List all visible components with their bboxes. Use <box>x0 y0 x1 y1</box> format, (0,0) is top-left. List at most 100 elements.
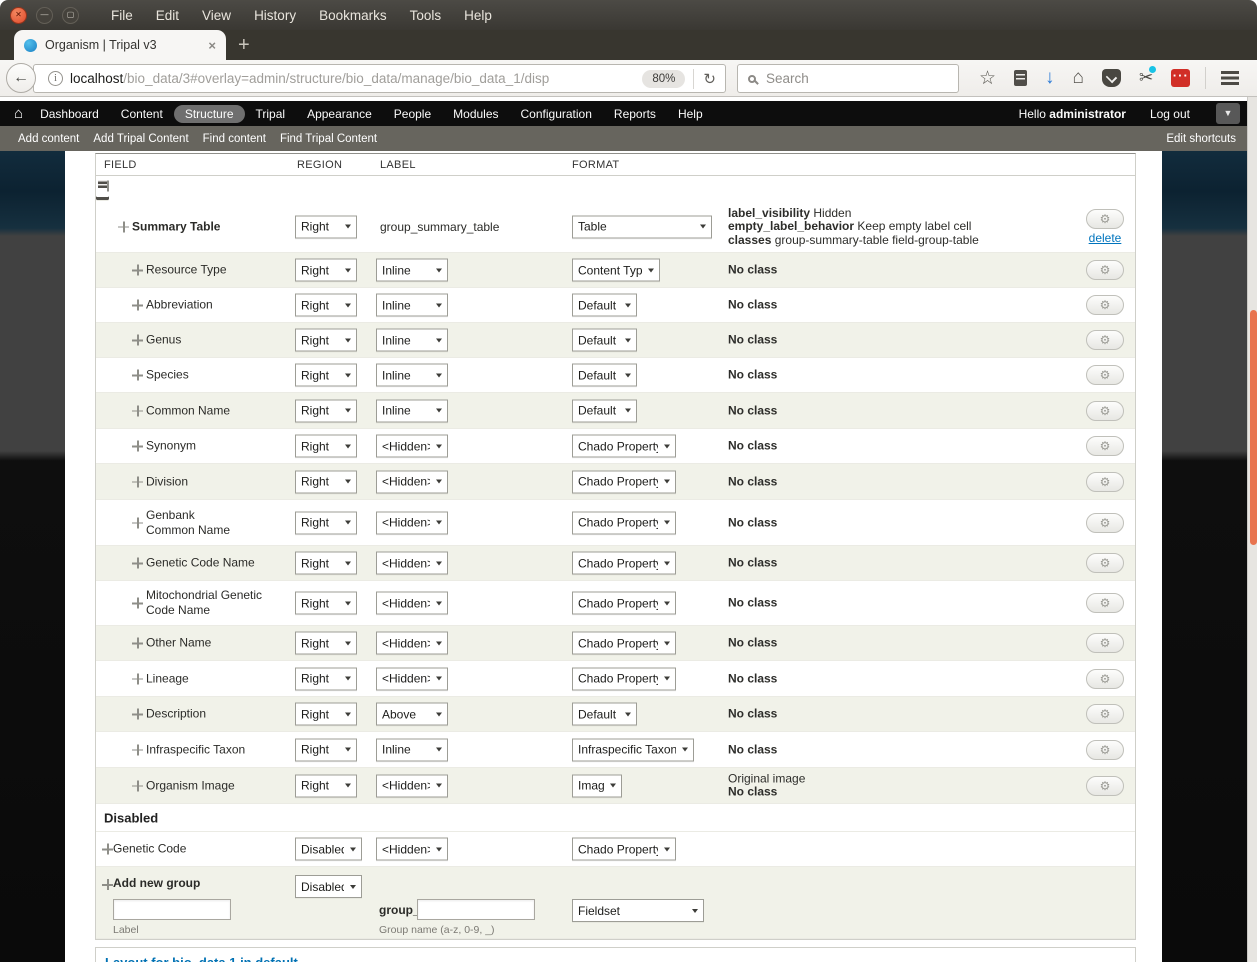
label-select[interactable]: <Hidden> <box>376 667 448 690</box>
gear-button[interactable]: ⚙ <box>1086 260 1124 280</box>
admin-home-icon[interactable]: ⌂ <box>14 105 23 122</box>
region-select[interactable]: Right <box>295 552 357 575</box>
region-select[interactable]: Right <box>295 364 357 387</box>
gear-button[interactable]: ⚙ <box>1086 633 1124 653</box>
window-close-button[interactable]: ✕ <box>10 7 27 24</box>
logout-link[interactable]: Log out <box>1150 107 1190 121</box>
label-select[interactable]: <Hidden> <box>376 632 448 655</box>
drag-handle-icon[interactable] <box>132 265 143 276</box>
admin-item-people[interactable]: People <box>383 105 442 123</box>
format-select[interactable]: Chado Property <box>572 552 676 575</box>
label-select[interactable]: Inline <box>376 329 448 352</box>
region-select[interactable]: Right <box>295 399 357 422</box>
tab-close-icon[interactable]: × <box>206 38 218 53</box>
format-select[interactable]: Infraspecific Taxon <box>572 738 694 761</box>
layout-link[interactable]: Layout for bio_data 1 in default <box>105 955 298 962</box>
site-info-icon[interactable]: i <box>48 71 63 86</box>
shortcut-add-content[interactable]: Add content <box>11 133 86 145</box>
label-select[interactable]: <Hidden> <box>376 774 448 797</box>
drag-handle-icon[interactable] <box>132 558 143 569</box>
gear-button[interactable]: ⚙ <box>1086 436 1124 456</box>
label-select[interactable]: <Hidden> <box>376 435 448 458</box>
gear-button[interactable]: ⚙ <box>1086 593 1124 613</box>
drag-handle-icon[interactable] <box>132 638 143 649</box>
gear-button[interactable]: ⚙ <box>1086 513 1124 533</box>
region-select[interactable]: Disabled <box>295 838 362 861</box>
admin-item-configuration[interactable]: Configuration <box>510 105 603 123</box>
drag-handle-icon[interactable] <box>102 844 113 855</box>
menu-item-file[interactable]: File <box>111 8 133 23</box>
downloads-icon[interactable]: ↓ <box>1045 67 1055 89</box>
admin-item-content[interactable]: Content <box>110 105 174 123</box>
format-select[interactable]: Default <box>572 329 637 352</box>
new-group-label-input[interactable] <box>113 899 231 920</box>
format-select[interactable]: Chado Property <box>572 435 676 458</box>
admin-item-tripal[interactable]: Tripal <box>245 105 297 123</box>
format-select[interactable]: Chado Property <box>572 511 676 534</box>
label-select[interactable]: Above <box>376 703 448 726</box>
window-minimize-button[interactable]: — <box>36 7 53 24</box>
gear-button[interactable]: ⚙ <box>1086 776 1124 796</box>
format-select[interactable]: Chado Property <box>572 667 676 690</box>
drag-handle-icon[interactable] <box>132 709 143 720</box>
region-select[interactable]: Right <box>295 703 357 726</box>
bookmark-star-icon[interactable]: ☆ <box>979 67 996 90</box>
drag-handle-icon[interactable] <box>132 744 143 755</box>
region-select[interactable]: Right <box>295 774 357 797</box>
label-select[interactable]: Inline <box>376 294 448 317</box>
region-select[interactable]: Right <box>295 592 357 615</box>
format-select[interactable]: Table <box>572 215 712 238</box>
format-select[interactable]: Fieldset <box>572 899 704 922</box>
admin-item-dashboard[interactable]: Dashboard <box>29 105 110 123</box>
region-select[interactable]: Disabled <box>295 875 362 898</box>
reading-list-icon[interactable] <box>1014 70 1027 86</box>
admin-item-structure[interactable]: Structure <box>174 105 245 123</box>
lastpass-icon[interactable]: ··· <box>1171 69 1190 87</box>
menu-item-history[interactable]: History <box>254 8 296 23</box>
gear-button[interactable]: ⚙ <box>1086 401 1124 421</box>
region-select[interactable]: Right <box>295 511 357 534</box>
menu-item-tools[interactable]: Tools <box>410 8 442 23</box>
format-select[interactable]: Default <box>572 294 637 317</box>
label-select[interactable]: <Hidden> <box>376 511 448 534</box>
gear-button[interactable]: ⚙ <box>1086 209 1124 229</box>
drag-handle-icon[interactable] <box>132 405 143 416</box>
menu-item-edit[interactable]: Edit <box>156 8 179 23</box>
browser-tab-organism[interactable]: Organism | Tripal v3 × <box>14 30 226 60</box>
shortcut-add-tripal-content[interactable]: Add Tripal Content <box>86 133 195 145</box>
edit-shortcuts-link[interactable]: Edit shortcuts <box>1166 133 1236 145</box>
label-select[interactable]: <Hidden> <box>376 552 448 575</box>
drag-handle-icon[interactable] <box>132 598 143 609</box>
back-button[interactable]: ← <box>6 63 36 93</box>
drag-handle-icon[interactable] <box>102 879 113 890</box>
admin-item-appearance[interactable]: Appearance <box>296 105 383 123</box>
drag-handle-icon[interactable] <box>118 221 129 232</box>
menu-item-bookmarks[interactable]: Bookmarks <box>319 8 387 23</box>
region-select[interactable]: Right <box>295 470 357 493</box>
drag-handle-icon[interactable] <box>132 673 143 684</box>
label-select[interactable]: Inline <box>376 738 448 761</box>
url-bar[interactable]: i localhost/bio_data/3#overlay=admin/str… <box>33 64 726 93</box>
shortcut-find-tripal-content[interactable]: Find Tripal Content <box>273 133 384 145</box>
label-select[interactable]: <Hidden> <box>376 592 448 615</box>
admin-item-reports[interactable]: Reports <box>603 105 667 123</box>
format-select[interactable]: Image <box>572 774 622 797</box>
format-select[interactable]: Chado Property <box>572 838 676 861</box>
format-select[interactable]: Content Type <box>572 259 660 282</box>
format-select[interactable]: Chado Property <box>572 592 676 615</box>
drag-handle-icon[interactable] <box>102 181 109 192</box>
zoom-level-badge[interactable]: 80% <box>642 70 685 88</box>
label-select[interactable]: Inline <box>376 399 448 422</box>
label-select[interactable]: Inline <box>376 259 448 282</box>
shortcut-find-content[interactable]: Find content <box>196 133 273 145</box>
menu-item-view[interactable]: View <box>202 8 231 23</box>
region-select[interactable]: Right <box>295 329 357 352</box>
admin-item-help[interactable]: Help <box>667 105 714 123</box>
reload-icon[interactable]: ↻ <box>694 70 725 88</box>
format-select[interactable]: Default <box>572 364 637 387</box>
new-tab-button[interactable]: + <box>238 34 250 56</box>
label-select[interactable]: <Hidden> <box>376 470 448 493</box>
scrollbar-thumb[interactable] <box>1250 310 1257 545</box>
screenshot-extension-icon[interactable]: ✂ <box>1139 68 1153 88</box>
drag-handle-icon[interactable] <box>132 517 143 528</box>
